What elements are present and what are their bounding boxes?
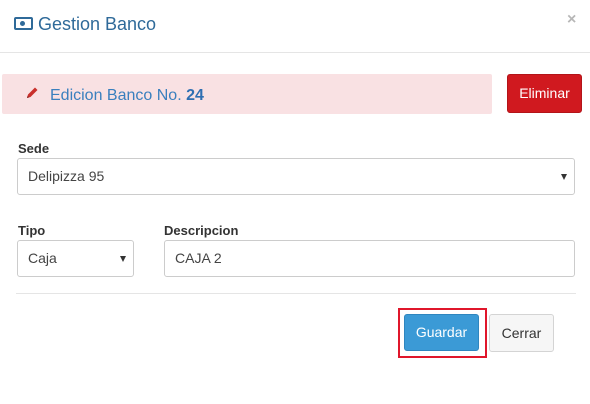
descripcion-value: CAJA 2 (175, 250, 222, 266)
edit-alert: Edicion Banco No. 24 (2, 74, 492, 114)
chevron-down-icon (561, 174, 567, 180)
chevron-down-icon (120, 256, 126, 262)
sede-value: Delipizza 95 (28, 168, 105, 184)
modal-header: Gestion Banco × (0, 0, 590, 53)
modal-title: Gestion Banco (38, 14, 157, 34)
footer-divider (16, 293, 576, 294)
gestion-banco-modal: Gestion Banco × Edicion Banco No. 24 Eli… (0, 0, 590, 404)
alert-text: Edicion Banco No. 24 (50, 86, 204, 106)
tipo-label: Tipo (18, 223, 46, 238)
descripcion-input[interactable]: CAJA 2 (164, 240, 575, 277)
save-button[interactable]: Guardar (404, 314, 479, 351)
descripcion-label: Descripcion (164, 223, 239, 238)
delete-button[interactable]: Eliminar (507, 74, 582, 113)
bank-number: 24 (186, 87, 204, 104)
tipo-value: Caja (28, 250, 57, 266)
alert-label: Edicion Banco No. (50, 87, 187, 104)
pencil-icon (27, 87, 38, 98)
tipo-select[interactable]: Caja (17, 240, 134, 277)
money-bill-icon (14, 17, 33, 30)
sede-select[interactable]: Delipizza 95 (17, 158, 575, 195)
sede-label: Sede (18, 141, 50, 156)
cancel-button[interactable]: Cerrar (489, 314, 554, 352)
close-icon[interactable]: × (567, 11, 576, 29)
